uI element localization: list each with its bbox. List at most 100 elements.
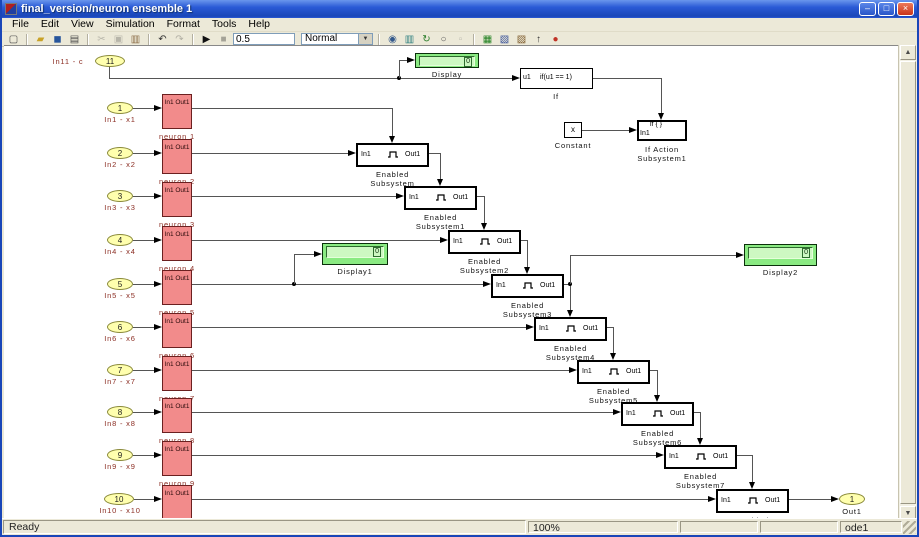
signal-wire[interactable]	[593, 78, 661, 79]
signal-wire[interactable]	[527, 240, 528, 267]
simulation-stop-time-input[interactable]	[233, 33, 295, 45]
save-model-icon[interactable]: ◼	[50, 33, 65, 46]
signal-wire[interactable]	[133, 240, 154, 241]
signal-wire[interactable]	[613, 327, 614, 353]
menu-file[interactable]: File	[6, 18, 35, 31]
library-browser-icon[interactable]: ▦	[480, 33, 495, 46]
constant-block[interactable]: x	[564, 122, 582, 138]
wire-to-out1[interactable]	[789, 499, 831, 500]
signal-wire[interactable]	[399, 60, 407, 61]
neuron-block-8[interactable]: In1 Out1	[162, 398, 192, 433]
wire-neuron2[interactable]	[192, 153, 348, 154]
find-icon[interactable]: ◉	[385, 33, 400, 46]
signal-wire[interactable]	[133, 327, 154, 328]
neuron-block-4[interactable]: In1 Out1	[162, 226, 192, 261]
refresh-model-icon[interactable]: ↻	[419, 33, 434, 46]
open-model-icon[interactable]: ▰	[33, 33, 48, 46]
signal-wire[interactable]	[570, 255, 571, 284]
model-browser-icon[interactable]: ▧	[497, 33, 512, 46]
toggle-browser-icon[interactable]: ↑	[531, 33, 546, 46]
inport-7[interactable]: 7	[107, 364, 133, 376]
undo-icon[interactable]: ↶	[155, 33, 170, 46]
signal-wire[interactable]	[737, 455, 752, 456]
neuron-block-7[interactable]: In1 Out1	[162, 356, 192, 391]
inport-4[interactable]: 4	[107, 234, 133, 246]
wire-neuron10[interactable]	[192, 499, 708, 500]
wire-neuron6[interactable]	[192, 327, 526, 328]
signal-wire[interactable]	[133, 196, 154, 197]
neuron-block-5[interactable]: In1 Out1	[162, 270, 192, 305]
outport-1[interactable]: 1	[839, 493, 865, 505]
wire-neuron5[interactable]	[192, 284, 483, 285]
signal-wire[interactable]	[133, 412, 154, 413]
inport-3[interactable]: 3	[107, 190, 133, 202]
inport-2[interactable]: 2	[107, 147, 133, 159]
inport-9[interactable]: 9	[107, 449, 133, 461]
menu-edit[interactable]: Edit	[35, 18, 65, 31]
signal-wire[interactable]	[477, 196, 484, 197]
inport-11[interactable]: 11	[95, 55, 125, 67]
signal-wire[interactable]	[661, 78, 662, 113]
signal-wire[interactable]	[392, 108, 393, 136]
print-icon[interactable]: ▤	[67, 33, 82, 46]
wire-neuron8[interactable]	[192, 412, 613, 413]
model-explorer-icon[interactable]: ▨	[514, 33, 529, 46]
vertical-scrollbar[interactable]: ▲ ▼	[898, 45, 917, 521]
menu-help[interactable]: Help	[242, 18, 276, 31]
inport-1[interactable]: 1	[107, 102, 133, 114]
signal-wire[interactable]	[134, 499, 154, 500]
wire-to-display1[interactable]	[294, 254, 314, 255]
paste-icon[interactable]: ▥	[128, 33, 143, 46]
neuron-block-1[interactable]: In1 Out1	[162, 94, 192, 129]
neuron-block-6[interactable]: In1 Out1	[162, 313, 192, 348]
neuron-block-3[interactable]: In1 Out1	[162, 182, 192, 217]
inport-10[interactable]: 10	[104, 493, 134, 505]
signal-wire[interactable]	[133, 108, 154, 109]
wire-neuron1-enable[interactable]	[192, 108, 392, 109]
scroll-up-button[interactable]: ▲	[900, 45, 916, 60]
signal-wire[interactable]	[752, 455, 753, 482]
wire-neuron7[interactable]	[192, 370, 569, 371]
wire-neuron3[interactable]	[192, 196, 396, 197]
maximize-button[interactable]: □	[878, 2, 895, 16]
signal-wire[interactable]	[133, 284, 154, 285]
inport-5[interactable]: 5	[107, 278, 133, 290]
signal-wire[interactable]	[109, 67, 110, 78]
simulation-clock-icon[interactable]: ○	[436, 33, 451, 46]
simulation-mode-select[interactable]: Normal▼	[301, 33, 373, 45]
signal-wire[interactable]	[570, 284, 571, 310]
signal-wire[interactable]	[440, 153, 441, 179]
menu-tools[interactable]: Tools	[206, 18, 243, 31]
model-canvas[interactable]: 11In11 - c0Displayu1if(u1 == 1)IfxConsta…	[4, 45, 901, 522]
signal-wire[interactable]	[650, 370, 657, 371]
menu-view[interactable]: View	[65, 18, 100, 31]
signal-wire[interactable]	[484, 196, 485, 223]
chevron-down-icon[interactable]: ▼	[358, 34, 372, 44]
signal-wire[interactable]	[294, 254, 295, 284]
signal-wire[interactable]	[582, 130, 629, 131]
signal-wire[interactable]	[657, 370, 658, 395]
menu-simulation[interactable]: Simulation	[100, 18, 161, 31]
menu-format[interactable]: Format	[161, 18, 206, 31]
wire-neuron9[interactable]	[192, 455, 656, 456]
signal-wire[interactable]	[429, 153, 440, 154]
minimize-button[interactable]: –	[859, 2, 876, 16]
inport-6[interactable]: 6	[107, 321, 133, 333]
wire-to-display2[interactable]	[570, 255, 736, 256]
signal-wire[interactable]	[700, 412, 701, 438]
signal-wire[interactable]	[399, 60, 400, 78]
signal-wire[interactable]	[133, 370, 154, 371]
new-model-icon[interactable]: ▢	[6, 33, 21, 46]
start-simulation-icon[interactable]: ▶	[199, 33, 214, 46]
neuron-block-9[interactable]: In1 Out1	[162, 441, 192, 476]
signal-wire[interactable]	[133, 153, 154, 154]
wire-neuron4[interactable]	[192, 240, 440, 241]
resize-grip[interactable]	[903, 521, 916, 534]
debugger-icon[interactable]: ●	[548, 33, 563, 46]
neuron-block-10[interactable]: In1 Out1	[162, 485, 192, 520]
close-button[interactable]: ×	[897, 2, 914, 16]
neuron-block-2[interactable]: In1 Out1	[162, 139, 192, 174]
scrollbar-thumb[interactable]	[900, 61, 916, 504]
inport-8[interactable]: 8	[107, 406, 133, 418]
signal-wire[interactable]	[133, 455, 154, 456]
